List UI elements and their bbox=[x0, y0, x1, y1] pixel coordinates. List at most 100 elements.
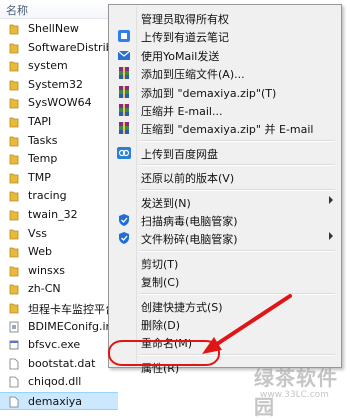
file-name: Tasks bbox=[28, 133, 58, 147]
menu-item[interactable]: 删除(D) bbox=[111, 315, 339, 333]
menu-item-label: 管理员取得所有权 bbox=[141, 13, 229, 26]
menu-item-label: 剪切(T) bbox=[141, 257, 179, 271]
menu-item[interactable]: 使用YoMail发送 bbox=[111, 46, 339, 64]
pc-manager-shield-icon bbox=[117, 213, 131, 227]
file-name: Temp bbox=[28, 152, 58, 166]
file-file-icon bbox=[9, 358, 19, 370]
file-name: 坦程卡车监控平台 bbox=[28, 303, 116, 316]
yomail-icon bbox=[117, 48, 131, 62]
folder-row[interactable]: 坦程卡车监控平台 bbox=[0, 299, 118, 317]
folder-row[interactable]: Web bbox=[0, 243, 118, 261]
file-name: Web bbox=[28, 245, 52, 259]
menu-item-label: 还原以前的版本(V) bbox=[141, 172, 235, 186]
folder-row[interactable]: Vss bbox=[0, 225, 118, 243]
folder-row[interactable]: ShellNew bbox=[0, 20, 118, 38]
winrar-icon bbox=[117, 66, 131, 80]
file-name: SoftwareDistribu bbox=[28, 40, 118, 54]
ini-file-icon bbox=[9, 321, 19, 333]
file-name: bfsvc.exe bbox=[28, 338, 81, 352]
folder-icon bbox=[9, 42, 19, 54]
menu-item[interactable]: 剪切(T) bbox=[111, 254, 339, 272]
folder-icon bbox=[9, 153, 19, 165]
folder-icon bbox=[9, 283, 19, 295]
menu-item[interactable]: 上传到有道云笔记 bbox=[111, 27, 339, 45]
folder-row[interactable]: winsxs bbox=[0, 262, 118, 280]
folder-icon bbox=[9, 97, 19, 109]
rename-highlight-circle bbox=[108, 340, 220, 366]
folder-row[interactable]: System32 bbox=[0, 76, 118, 94]
submenu-arrow-icon bbox=[329, 232, 333, 241]
winrar-icon bbox=[117, 103, 131, 117]
name-column-header[interactable]: 名称 bbox=[0, 0, 118, 19]
menu-item[interactable]: 压缩到 "demaxiya.zip" 并 E-mail bbox=[111, 119, 339, 137]
file-row-selected[interactable]: demaxiya bbox=[0, 392, 118, 410]
file-file-icon bbox=[9, 396, 19, 408]
menu-item-label: 复制(C) bbox=[141, 276, 180, 290]
youdao-note-icon bbox=[117, 29, 131, 43]
file-row[interactable]: chiqod.dll bbox=[0, 373, 118, 391]
folder-row[interactable]: system bbox=[0, 57, 118, 75]
file-name: tracing bbox=[28, 189, 67, 203]
folder-icon bbox=[9, 60, 19, 72]
menu-item[interactable]: 上传到百度网盘 bbox=[111, 144, 339, 162]
folder-icon bbox=[9, 135, 19, 147]
menu-separator bbox=[139, 188, 335, 191]
menu-item[interactable]: 添加到压缩文件(A)... bbox=[111, 64, 339, 82]
folder-icon bbox=[9, 302, 19, 314]
folder-row[interactable]: TMP bbox=[0, 169, 118, 187]
menu-item[interactable]: 文件粉碎(电脑管家) bbox=[111, 229, 339, 247]
menu-item[interactable]: 创建快捷方式(S) bbox=[111, 297, 339, 315]
folder-icon bbox=[9, 265, 19, 277]
menu-item-label: 扫描病毒(电脑管家) bbox=[141, 215, 238, 228]
pc-manager-shield-icon bbox=[117, 231, 131, 245]
menu-item-label: 上传到有道云笔记 bbox=[141, 31, 229, 45]
file-row[interactable]: bootstat.dat bbox=[0, 355, 118, 373]
submenu-arrow-icon bbox=[329, 195, 333, 204]
folder-icon bbox=[9, 172, 19, 184]
menu-item-label: 发送到(N) bbox=[141, 196, 191, 210]
file-file-icon bbox=[9, 376, 19, 388]
menu-item[interactable]: 压缩并 E-mail... bbox=[111, 101, 339, 119]
file-name: twain_32 bbox=[28, 208, 78, 221]
folder-icon bbox=[9, 228, 19, 240]
file-name: chiqod.dll bbox=[28, 375, 82, 389]
folder-row[interactable]: TAPI bbox=[0, 113, 118, 131]
baidu-netdisk-icon bbox=[117, 146, 131, 160]
folder-row[interactable]: Temp bbox=[0, 150, 118, 168]
file-name: system bbox=[28, 59, 68, 73]
folder-row[interactable]: SoftwareDistribu bbox=[0, 39, 118, 57]
file-name: demaxiya bbox=[28, 395, 83, 408]
menu-item-label: 添加到压缩文件(A)... bbox=[141, 68, 245, 82]
menu-item[interactable]: 管理员取得所有权 bbox=[111, 9, 339, 27]
menu-item[interactable]: 扫描病毒(电脑管家) bbox=[111, 211, 339, 229]
menu-separator bbox=[139, 164, 335, 167]
file-row[interactable]: bfsvc.exe bbox=[0, 336, 118, 354]
file-name: bootstat.dat bbox=[28, 356, 96, 370]
folder-row[interactable]: Tasks bbox=[0, 132, 118, 150]
file-name: ShellNew bbox=[28, 22, 79, 35]
menu-item-label: 创建快捷方式(S) bbox=[141, 300, 223, 314]
folder-icon bbox=[9, 79, 19, 91]
menu-separator bbox=[139, 139, 335, 142]
menu-item[interactable]: 还原以前的版本(V) bbox=[111, 168, 339, 186]
menu-item-label: 压缩并 E-mail... bbox=[141, 105, 223, 118]
menu-item-label: 删除(D) bbox=[141, 319, 181, 332]
menu-item-label: 添加到 "demaxiya.zip"(T) bbox=[141, 86, 277, 100]
folder-icon bbox=[9, 23, 19, 35]
folder-row[interactable]: tracing bbox=[0, 187, 118, 205]
menu-item[interactable]: 添加到 "demaxiya.zip"(T) bbox=[111, 83, 339, 101]
menu-item-label: 压缩到 "demaxiya.zip" 并 E-mail bbox=[141, 123, 314, 137]
folder-row[interactable]: SysWOW64 bbox=[0, 94, 118, 112]
menu-item[interactable]: 复制(C) bbox=[111, 272, 339, 290]
winrar-icon bbox=[117, 85, 131, 99]
folder-row[interactable]: twain_32 bbox=[0, 206, 118, 224]
folder-row[interactable]: zh-CN bbox=[0, 280, 118, 298]
file-name: TMP bbox=[28, 170, 51, 184]
file-row[interactable]: BDIMEConifg.ini bbox=[0, 318, 118, 336]
watermark-url: www.33LC.com bbox=[260, 390, 329, 400]
file-name: TAPI bbox=[28, 115, 52, 128]
menu-item-label: 使用YoMail发送 bbox=[141, 49, 220, 63]
winrar-icon bbox=[117, 121, 131, 135]
menu-item[interactable]: 发送到(N) bbox=[111, 193, 339, 211]
folder-icon bbox=[9, 246, 19, 258]
